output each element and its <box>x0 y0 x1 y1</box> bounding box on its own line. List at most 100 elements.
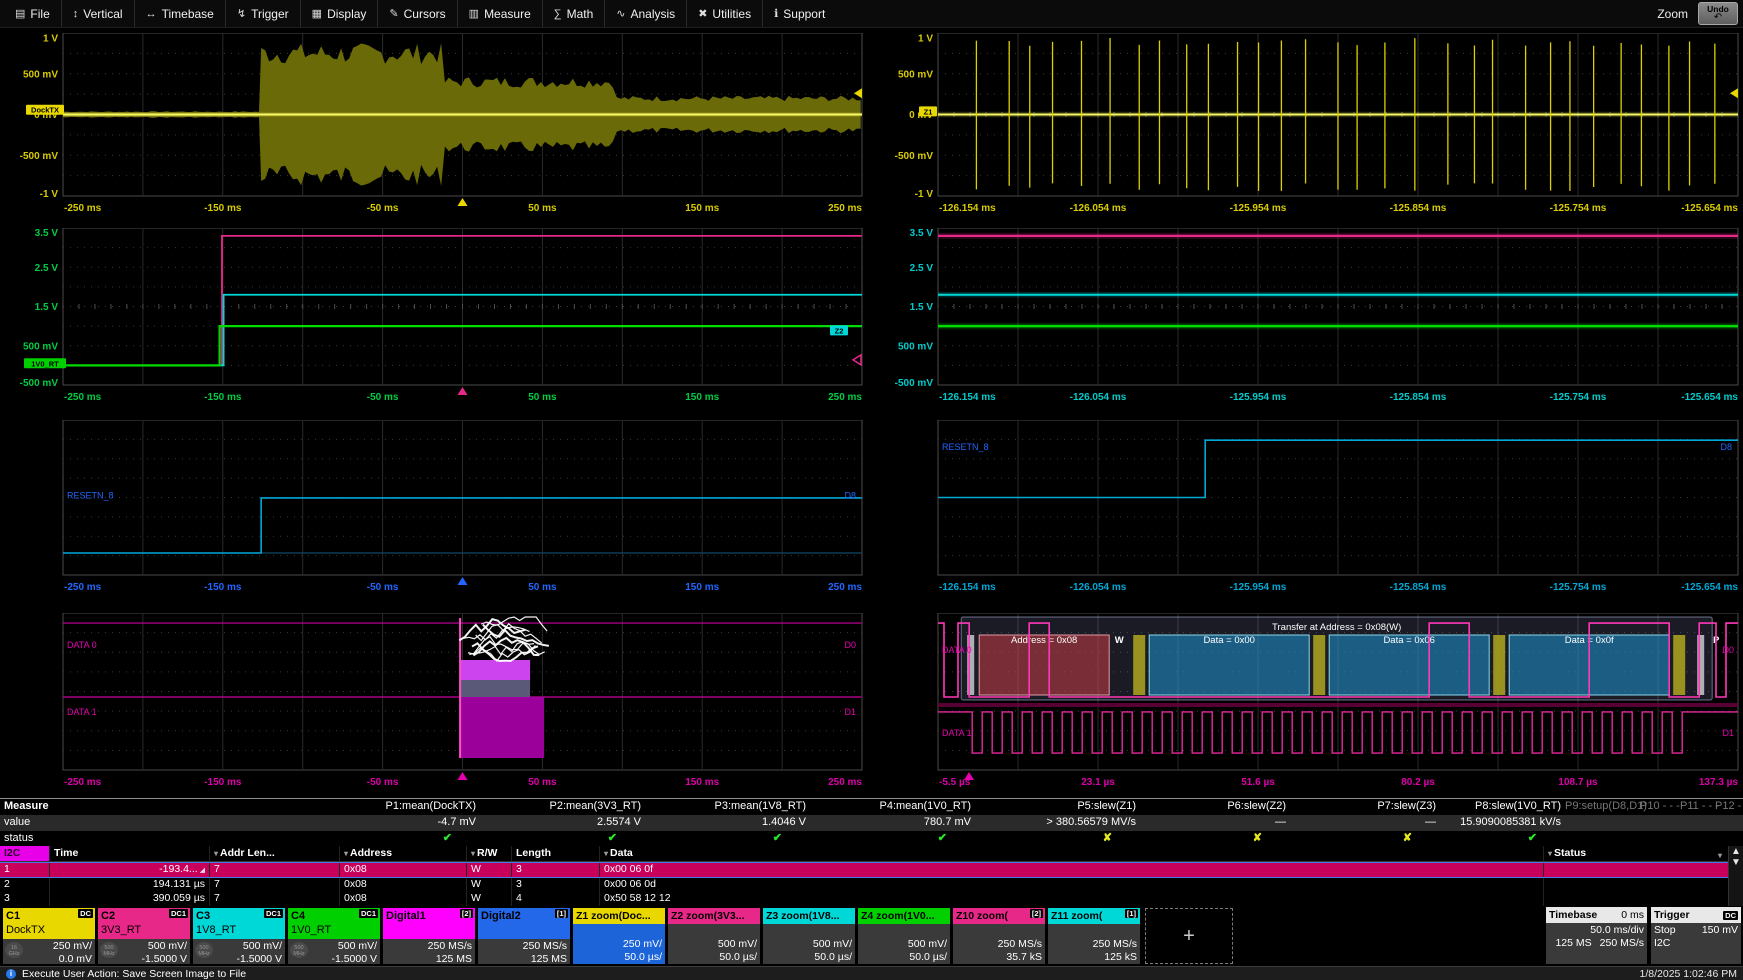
descriptor-C3[interactable]: C31V8_RTDC1500MHz500 mV/-1.5000 V <box>192 907 286 964</box>
menu-analysis[interactable]: ∿Analysis <box>604 0 686 27</box>
svg-text:50 ms: 50 ms <box>528 777 557 788</box>
descriptor-C2[interactable]: C23V3_RTDC1500MHz500 mV/-1.5000 V <box>97 907 191 964</box>
descriptor-Z1[interactable]: Z1 zoom(Doc...250 mV/50.0 µs/ <box>572 907 666 964</box>
info-icon: i <box>6 969 16 979</box>
descriptor-Z11[interactable]: Z11 zoom([1]250 MS/s125 kS <box>1047 907 1141 964</box>
measure-col-label-P12[interactable]: P12 - - - <box>1715 799 1743 814</box>
descriptor-Z10[interactable]: Z10 zoom([2]250 MS/s35.7 kS <box>952 907 1046 964</box>
measure-col-label-P5[interactable]: P5:slew(Z1) <box>975 799 1140 814</box>
scroll-up-icon[interactable]: ▲ <box>1729 846 1743 857</box>
i2c-row[interactable]: 2194.131 µs70x08W30x00 06 0d <box>0 878 1743 892</box>
svg-text:RESETN_8: RESETN_8 <box>67 490 114 500</box>
table-scrollbar[interactable]: ▲▼ <box>1728 846 1743 906</box>
svg-text:-125.654 ms: -125.654 ms <box>1681 392 1738 403</box>
add-trace-button[interactable]: + <box>1145 908 1233 964</box>
i2c-bus-tab[interactable]: I2C <box>0 846 50 861</box>
svg-text:150 ms: 150 ms <box>685 392 719 403</box>
menu-math[interactable]: ∑Math <box>542 0 605 27</box>
i2c-row[interactable]: 3390.059 µs70x08W40x50 58 12 12 <box>0 892 1743 906</box>
menu-label: Utilities <box>712 7 751 21</box>
menu-bar: ▤File↕Vertical↔Timebase↯Trigger▦Display✎… <box>0 0 1743 28</box>
undo-button[interactable]: Undo ↶ <box>1698 2 1738 25</box>
scope-row-1[interactable]: 1 V500 mV0 mV-500 mV-1 V-250 ms-150 ms-5… <box>0 33 1743 218</box>
panel-row2-main[interactable]: 3.5 V2.5 V1.5 V500 mV-500 mV-250 ms-150 … <box>20 228 863 403</box>
i2c-col-R/W[interactable]: ▾R/W <box>467 846 512 861</box>
i2c-col-Address[interactable]: ▾Address <box>340 846 467 861</box>
measure-col-label-P8[interactable]: P8:slew(1V0_RT) <box>1440 799 1565 814</box>
scope-row-3[interactable]: -250 ms-150 ms-50 ms50 ms150 ms250 msRES… <box>0 420 1743 597</box>
descriptor-title: Z1 zoom(Doc... <box>576 909 662 923</box>
cursors-icon: ✎ <box>389 7 398 20</box>
measure-col-label-P2[interactable]: P2:mean(3V3_RT) <box>480 799 645 814</box>
descriptor-value: 50.0 µs/ <box>668 951 757 964</box>
panel-row2-zoom[interactable]: 3.5 V2.5 V1.5 V500 mV-500 mV-126.154 ms-… <box>830 228 1738 403</box>
svg-text:-500 mV: -500 mV <box>20 378 59 389</box>
analysis-icon: ∿ <box>616 7 625 20</box>
measure-col-label-P9[interactable]: P9:setup(D8,D1) <box>1565 799 1640 814</box>
measure-col-label-P1[interactable]: P1:mean(DockTX) <box>70 799 480 814</box>
measure-col-label-P10[interactable]: P10 - - - <box>1640 799 1680 814</box>
menu-support[interactable]: ℹSupport <box>762 0 836 27</box>
bandwidth-icon: 16GHz <box>5 942 23 958</box>
measure-col-label-P7[interactable]: P7:slew(Z3) <box>1290 799 1440 814</box>
menu-display[interactable]: ▦Display <box>300 0 378 27</box>
zoom-label[interactable]: Zoom <box>1657 7 1688 21</box>
scope-row-2[interactable]: 3.5 V2.5 V1.5 V500 mV-500 mV-250 ms-150 … <box>0 228 1743 407</box>
measure-col-label-P3[interactable]: P3:mean(1V8_RT) <box>645 799 810 814</box>
menu-trigger[interactable]: ↯Trigger <box>225 0 300 27</box>
descriptor-value: 125 MS <box>478 953 567 966</box>
svg-text:Z1: Z1 <box>924 107 933 116</box>
menu-utilities[interactable]: ✖Utilities <box>686 0 762 27</box>
measure-status: ✔ <box>1440 831 1565 846</box>
scroll-down-icon[interactable]: ▼ <box>1729 857 1743 868</box>
menu-vertical[interactable]: ↕Vertical <box>61 0 134 27</box>
i2c-cell: 0x50 58 12 12 <box>600 892 1544 906</box>
panel-row1-main[interactable]: 1 V500 mV0 mV-500 mV-1 V-250 ms-150 ms-5… <box>20 33 863 214</box>
timebase-box[interactable]: Timebase0 ms50.0 ms/div125 MS250 MS/s <box>1546 907 1647 964</box>
i2c-col-Status[interactable]: ▾Status▾ <box>1544 846 1729 861</box>
svg-text:51.6 µs: 51.6 µs <box>1241 777 1275 788</box>
descriptor-C1[interactable]: C1DockTXDC16GHz250 mV/0.0 mV <box>2 907 96 964</box>
svg-text:2.5 V: 2.5 V <box>910 263 934 274</box>
svg-text:-125.954 ms: -125.954 ms <box>1230 392 1287 403</box>
panel-row3-zoom[interactable]: -126.154 ms-126.054 ms-125.954 ms-125.85… <box>938 420 1738 593</box>
measure-col-label-P4[interactable]: P4:mean(1V0_RT) <box>810 799 975 814</box>
svg-text:-125.754 ms: -125.754 ms <box>1550 582 1607 593</box>
menu-cursors[interactable]: ✎Cursors <box>377 0 456 27</box>
i2c-row[interactable]: 1-193.4... ◢70x08W30x00 06 0f <box>0 862 1743 878</box>
panel-row3-main[interactable]: -250 ms-150 ms-50 ms50 ms150 ms250 msRES… <box>63 420 862 593</box>
panel-row4-zoom[interactable]: -5.5 µs23.1 µs51.6 µs80.2 µs108.7 µs137.… <box>938 613 1738 788</box>
descriptor-C4[interactable]: C41V0_RTDC1500MHz500 mV/-1.5000 V <box>287 907 381 964</box>
waveform-grid-area[interactable]: 1 V500 mV0 mV-500 mV-1 V-250 ms-150 ms-5… <box>0 28 1743 798</box>
i2c-col-Addr Len...[interactable]: ▾Addr Len... <box>210 846 340 861</box>
menu-file[interactable]: ▤File <box>4 0 61 27</box>
svg-text:-1 V: -1 V <box>40 189 59 200</box>
descriptor-Z4[interactable]: Z4 zoom(1V0...500 mV/50.0 µs/ <box>857 907 951 964</box>
scope-row-4[interactable]: -250 ms-150 ms-50 ms50 ms150 ms250 msDAT… <box>0 613 1743 792</box>
math-icon: ∑ <box>554 8 562 20</box>
panel-row1-zoom[interactable]: 1 V500 mV0 mV-500 mV-1 V-126.154 ms-126.… <box>895 33 1739 214</box>
i2c-col-Data[interactable]: ▾Data <box>600 846 1544 861</box>
menu-label: Vertical <box>83 7 122 21</box>
i2c-cell: 7 <box>210 863 340 877</box>
descriptor-Digital1[interactable]: Digital1[2]250 MS/s125 MS <box>382 907 476 964</box>
descriptor-label: DockTX <box>6 923 92 937</box>
trace-descriptor-bar: C1DockTXDC16GHz250 mV/0.0 mVC23V3_RTDC15… <box>0 906 1743 966</box>
i2c-cell: 0x08 <box>340 892 467 906</box>
svg-text:-126.054 ms: -126.054 ms <box>1070 582 1127 593</box>
descriptor-Digital2[interactable]: Digital2[1]250 MS/s125 MS <box>477 907 571 964</box>
support-icon: ℹ <box>774 7 778 20</box>
trigger-box[interactable]: TriggerDCStop150 mVI2C <box>1651 907 1741 964</box>
svg-text:-1 V: -1 V <box>915 189 934 200</box>
descriptor-Z3[interactable]: Z3 zoom(1V8...500 mV/50.0 µs/ <box>762 907 856 964</box>
i2c-col-Length[interactable]: Length <box>512 846 600 861</box>
descriptor-Z2[interactable]: Z2 zoom(3V3...500 mV/50.0 µs/ <box>667 907 761 964</box>
svg-text:-500 mV: -500 mV <box>895 151 934 162</box>
menu-measure[interactable]: ▥Measure <box>457 0 542 27</box>
measure-col-label-P6[interactable]: P6:slew(Z2) <box>1140 799 1290 814</box>
panel-row4-main[interactable]: -250 ms-150 ms-50 ms50 ms150 ms250 msDAT… <box>63 613 862 788</box>
i2c-col-Time[interactable]: Time <box>50 846 210 861</box>
menu-timebase[interactable]: ↔Timebase <box>134 0 225 27</box>
measure-col-label-P11[interactable]: P11 - - - <box>1680 799 1715 814</box>
measure-status: ✔ <box>645 831 810 846</box>
